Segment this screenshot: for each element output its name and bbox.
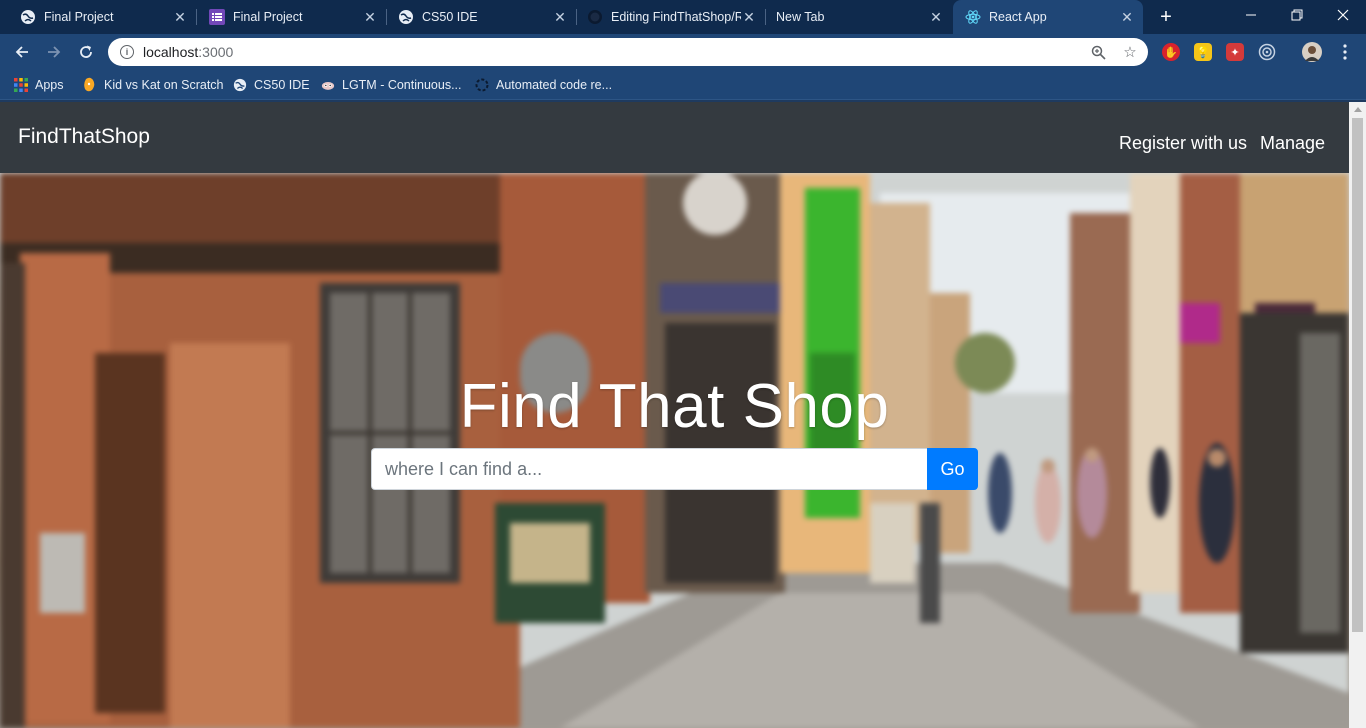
react-icon <box>965 9 981 25</box>
site-info-icon[interactable]: i <box>120 45 134 59</box>
scratch-icon <box>83 77 97 92</box>
manage-link[interactable]: Manage <box>1260 133 1325 154</box>
bookmark-lgtm[interactable]: LGTM - Continuous... <box>321 76 462 94</box>
browser-toolbar: i localhost:3000 ☆ ✋ 💡 ✦ <box>0 34 1366 70</box>
scroll-up-arrow-icon[interactable] <box>1354 107 1362 112</box>
search-form: Go <box>371 448 978 490</box>
page-viewport: FindThatShop Register with us Manage Fin… <box>0 102 1349 728</box>
address-bar[interactable]: i localhost:3000 ☆ <box>108 38 1148 66</box>
bookmark-label: LGTM - Continuous... <box>342 78 462 92</box>
github-icon <box>587 9 603 25</box>
close-icon[interactable]: ✕ <box>1119 9 1135 25</box>
brand-link[interactable]: FindThatShop <box>18 125 150 149</box>
new-tab-button[interactable]: + <box>1154 5 1178 29</box>
puzzle-extension-icon[interactable]: ✦ <box>1226 43 1244 61</box>
arrow-right-icon <box>48 46 61 58</box>
tab-title: React App <box>989 10 1047 24</box>
tab-react-app[interactable]: React App ✕ <box>953 0 1143 34</box>
zoom-icon[interactable] <box>1090 44 1106 60</box>
tab-title: Final Project <box>44 10 114 24</box>
bookmark-label: CS50 IDE <box>254 78 310 92</box>
tab-title: Final Project <box>233 10 303 24</box>
close-icon[interactable]: ✕ <box>741 9 757 25</box>
close-icon[interactable]: ✕ <box>928 9 944 25</box>
tab-new-tab[interactable]: New Tab ✕ <box>766 0 952 34</box>
close-icon[interactable]: ✕ <box>172 9 188 25</box>
adblock-extension-icon[interactable]: ✋ <box>1162 43 1180 61</box>
tab-title: Editing FindThatShop/README.md <box>611 10 741 24</box>
hero-section: Find That Shop Go <box>0 173 1349 728</box>
browser-tabstrip: Final Project ✕ Final Project ✕ CS50 IDE… <box>0 0 1366 34</box>
tab-final-project-2[interactable]: Final Project ✕ <box>197 0 386 34</box>
globe-icon <box>20 9 36 25</box>
bookmark-label: Automated code re... <box>496 78 613 92</box>
bookmark-apps[interactable]: Apps <box>14 76 64 94</box>
window-close-button[interactable] <box>1320 0 1366 30</box>
forward-button[interactable] <box>42 40 66 64</box>
url-text: localhost:3000 <box>143 44 233 60</box>
globe-icon <box>398 9 414 25</box>
minimize-icon <box>1246 14 1256 16</box>
keep-extension-icon[interactable]: 💡 <box>1194 43 1212 61</box>
app-navbar: FindThatShop Register with us Manage <box>0 102 1349 173</box>
tab-editing-readme[interactable]: Editing FindThatShop/README.md ✕ <box>577 0 765 34</box>
go-button[interactable]: Go <box>927 448 978 490</box>
hero-title: Find That Shop <box>459 372 890 441</box>
menu-kebab-icon[interactable] <box>1336 43 1354 61</box>
reload-button[interactable] <box>74 40 98 64</box>
tab-title: New Tab <box>776 10 825 24</box>
bookmark-automated-code-review[interactable]: Automated code re... <box>475 76 612 94</box>
bookmark-cs50-ide[interactable]: CS50 IDE <box>233 76 310 94</box>
bookmark-kid-vs-kat[interactable]: Kid vs Kat on Scratch <box>83 76 224 94</box>
globe-icon <box>233 78 247 92</box>
url-port: :3000 <box>198 44 234 60</box>
arrow-left-icon <box>15 46 28 58</box>
bookmarks-bar: Apps Kid vs Kat on Scratch CS50 IDE LGTM… <box>0 70 1366 100</box>
minimize-button[interactable] <box>1228 0 1274 30</box>
page-scrollbar[interactable] <box>1349 102 1366 728</box>
bookmark-star-icon[interactable]: ☆ <box>1122 44 1138 61</box>
scrollbar-thumb[interactable] <box>1352 118 1363 632</box>
restore-button[interactable] <box>1274 0 1320 30</box>
tab-cs50-ide[interactable]: CS50 IDE ✕ <box>387 0 576 34</box>
close-icon[interactable]: ✕ <box>552 9 568 25</box>
close-icon <box>1337 9 1349 21</box>
lgtm-icon <box>321 78 335 92</box>
tab-title: CS50 IDE <box>422 10 478 24</box>
bookmark-label: Kid vs Kat on Scratch <box>104 78 224 92</box>
list-icon <box>209 9 225 25</box>
target-extension-icon[interactable] <box>1258 43 1276 61</box>
apps-grid-icon <box>14 78 28 92</box>
url-host: localhost <box>143 44 199 60</box>
profile-avatar[interactable] <box>1302 42 1322 62</box>
register-link[interactable]: Register with us <box>1119 133 1247 154</box>
restore-icon <box>1291 9 1303 21</box>
bookmark-label: Apps <box>35 78 64 92</box>
close-icon[interactable]: ✕ <box>362 9 378 25</box>
reload-icon <box>80 45 92 58</box>
search-input[interactable] <box>371 448 927 490</box>
code-review-icon <box>475 78 489 92</box>
tab-final-project-1[interactable]: Final Project ✕ <box>0 0 196 34</box>
back-button[interactable] <box>10 40 34 64</box>
